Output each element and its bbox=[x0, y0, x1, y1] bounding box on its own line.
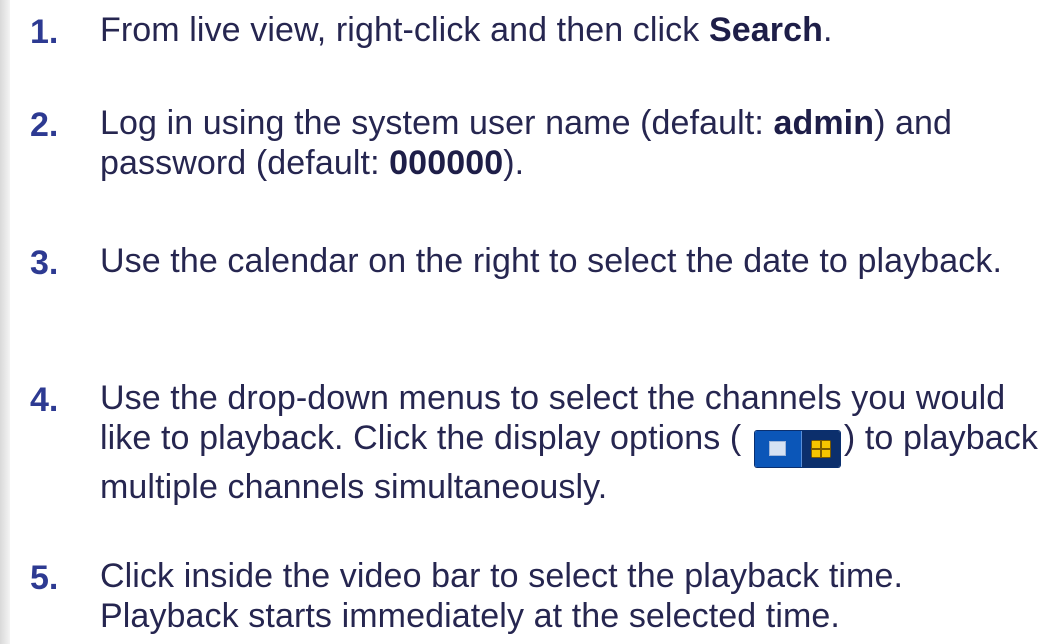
step-number: 5. bbox=[30, 559, 59, 597]
step-text: Use the calendar on the right to select … bbox=[100, 242, 1002, 280]
step-2: 2. Log in using the system user name (de… bbox=[30, 103, 1038, 183]
step-number: 1. bbox=[30, 13, 59, 51]
step-text: Use the drop-down menus to select the ch… bbox=[100, 379, 1038, 506]
step-number: 2. bbox=[30, 106, 59, 144]
step-text: From live view, right-click and then cli… bbox=[100, 11, 833, 49]
instruction-steps: 1. From live view, right-click and then … bbox=[0, 0, 1048, 644]
step-text: Log in using the system user name (defau… bbox=[100, 104, 953, 182]
display-options-icons bbox=[754, 430, 840, 467]
step-text: Click inside the video bar to select the… bbox=[100, 557, 904, 635]
step-1: 1. From live view, right-click and then … bbox=[30, 10, 1038, 52]
step-5: 5. Click inside the video bar to select … bbox=[30, 556, 1038, 636]
step-3: 3. Use the calendar on the right to sele… bbox=[30, 241, 1038, 283]
quad-view-icon bbox=[800, 430, 840, 467]
single-view-icon bbox=[754, 430, 801, 467]
step-number: 3. bbox=[30, 244, 59, 282]
default-username: admin bbox=[773, 104, 875, 142]
search-keyword: Search bbox=[708, 11, 823, 49]
step-number: 4. bbox=[30, 381, 59, 419]
default-password: 000000 bbox=[389, 144, 504, 182]
step-4: 4. Use the drop-down menus to select the… bbox=[30, 378, 1038, 507]
